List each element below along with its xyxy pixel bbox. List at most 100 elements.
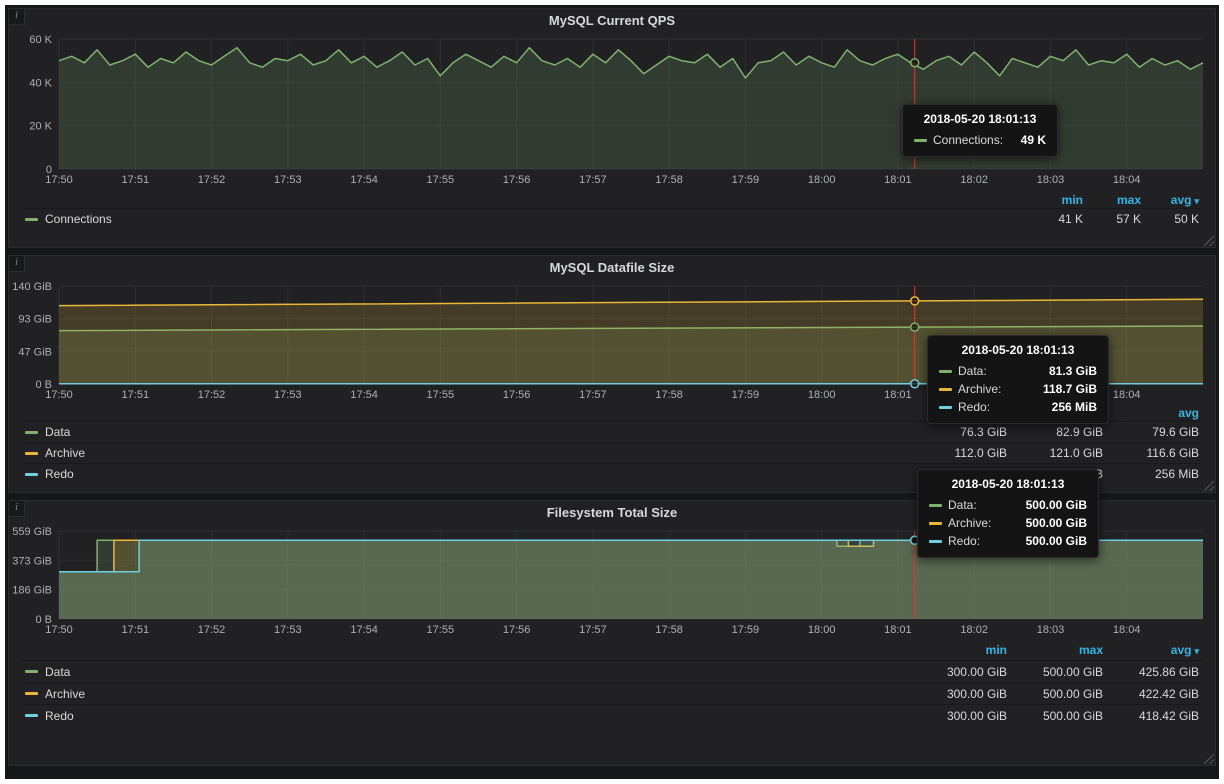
legend-row-archive: Archive 112.0 GiB121.0 GiB116.6 GiB	[21, 442, 1203, 463]
svg-text:40 K: 40 K	[29, 77, 52, 89]
legend-sort-max[interactable]: max	[1007, 406, 1103, 420]
svg-text:17:52: 17:52	[198, 624, 226, 636]
legend-sort-max[interactable]: max	[1083, 193, 1141, 207]
svg-text:17:58: 17:58	[655, 174, 683, 186]
svg-text:18:04: 18:04	[1113, 174, 1141, 186]
series-fill-connections	[59, 48, 1203, 169]
legend-series-toggle[interactable]: Redo	[25, 709, 911, 723]
legend-min-value: 300.00 GiB	[911, 687, 1007, 701]
svg-text:18:01: 18:01	[884, 389, 912, 401]
svg-text:47 GiB: 47 GiB	[18, 346, 52, 358]
legend-min-value: 300.00 GiB	[911, 709, 1007, 723]
legend-sort-min[interactable]: min	[911, 643, 1007, 657]
legend-series-toggle[interactable]: Data	[25, 425, 911, 439]
legend-max-value: 256 MiB	[1007, 467, 1103, 481]
svg-text:17:53: 17:53	[274, 174, 302, 186]
hover-point-redo	[911, 380, 919, 388]
legend-min-value: 256 MiB	[911, 467, 1007, 481]
series-name: Archive	[45, 446, 85, 460]
svg-text:373 GiB: 373 GiB	[12, 555, 52, 567]
svg-text:17:54: 17:54	[350, 174, 378, 186]
panel-title[interactable]: MySQL Current QPS	[9, 9, 1215, 33]
filesystem-chart-plot[interactable]: 17:5017:5117:5217:5317:5417:5517:5617:57…	[9, 525, 1215, 637]
svg-text:17:56: 17:56	[503, 174, 531, 186]
svg-text:17:59: 17:59	[732, 389, 760, 401]
legend-series-toggle[interactable]: Archive	[25, 446, 911, 460]
svg-text:18:00: 18:00	[808, 174, 836, 186]
legend-avg-value: 425.86 GiB	[1103, 665, 1199, 679]
panel-title[interactable]: MySQL Datafile Size	[9, 256, 1215, 280]
svg-text:17:55: 17:55	[427, 174, 455, 186]
svg-text:17:55: 17:55	[427, 389, 455, 401]
svg-text:17:55: 17:55	[427, 624, 455, 636]
panel-mysql-current-qps: i MySQL Current QPS 17:5017:5117:5217:53…	[8, 8, 1216, 248]
series-color-dash-icon	[25, 714, 38, 717]
legend-max-value: 500.00 GiB	[1007, 687, 1103, 701]
legend-sort-avg[interactable]: avg	[1103, 406, 1199, 420]
legend-row-redo: Redo256 MiB256 MiB256 MiB	[21, 463, 1203, 484]
series-name: Archive	[45, 687, 85, 701]
series-color-dash-icon	[25, 218, 38, 221]
panel-info-icon[interactable]: i	[9, 256, 25, 272]
svg-text:60 K: 60 K	[29, 34, 52, 46]
series-name: Connections	[45, 212, 112, 226]
svg-text:18:02: 18:02	[960, 174, 988, 186]
legend-header-row: minmaxavg▾	[21, 191, 1203, 208]
svg-text:0: 0	[46, 164, 52, 176]
series-color-dash-icon	[25, 473, 38, 476]
legend-sort-avg[interactable]: avg▾	[1103, 643, 1199, 657]
svg-text:17:54: 17:54	[350, 389, 378, 401]
svg-text:186 GiB: 186 GiB	[12, 585, 52, 597]
svg-text:18:03: 18:03	[1037, 389, 1065, 401]
legend-sort-max[interactable]: max	[1007, 643, 1103, 657]
legend-avg-value: 50 K	[1141, 212, 1199, 226]
hover-point-connections	[911, 59, 919, 67]
panel-info-icon[interactable]: i	[9, 9, 25, 25]
datafile-chart-plot[interactable]: 17:5017:5117:5217:5317:5417:5517:5617:57…	[9, 280, 1215, 402]
svg-text:140 GiB: 140 GiB	[12, 281, 52, 293]
svg-text:17:59: 17:59	[732, 174, 760, 186]
series-fill-archive	[59, 299, 1203, 384]
svg-text:17:51: 17:51	[122, 174, 150, 186]
svg-text:18:00: 18:00	[808, 389, 836, 401]
qps-legend: minmaxavg▾Connections41 K57 K50 K	[9, 187, 1215, 247]
panel-info-icon[interactable]: i	[9, 501, 25, 517]
svg-text:18:04: 18:04	[1113, 624, 1141, 636]
legend-series-toggle[interactable]: Archive	[25, 687, 911, 701]
legend-row-data: Data300.00 GiB500.00 GiB425.86 GiB	[21, 660, 1203, 682]
series-name: Redo	[45, 467, 74, 481]
legend-max-value: 500.00 GiB	[1007, 709, 1103, 723]
qps-chart-plot[interactable]: 17:5017:5117:5217:5317:5417:5517:5617:57…	[9, 33, 1215, 187]
svg-text:17:53: 17:53	[274, 389, 302, 401]
svg-text:17:51: 17:51	[122, 389, 150, 401]
legend-avg-value: 422.42 GiB	[1103, 687, 1199, 701]
legend-min-value: 112.0 GiB	[911, 446, 1007, 460]
series-name: Data	[45, 425, 70, 439]
legend-avg-value: 116.6 GiB	[1103, 446, 1199, 460]
svg-text:18:00: 18:00	[808, 624, 836, 636]
panel-mysql-datafile-size: i MySQL Datafile Size 17:5017:5117:5217:…	[8, 255, 1216, 493]
sort-caret-icon: ▾	[1194, 646, 1199, 656]
legend-avg-value: 256 MiB	[1103, 467, 1199, 481]
hover-point-redo	[911, 536, 919, 544]
svg-text:18:03: 18:03	[1037, 624, 1065, 636]
legend-sort-avg[interactable]: avg▾	[1141, 193, 1199, 207]
legend-max-value: 57 K	[1083, 212, 1141, 226]
legend-series-toggle[interactable]: Redo	[25, 467, 911, 481]
legend-row-connections: Connections41 K57 K50 K	[21, 208, 1203, 229]
legend-series-toggle[interactable]: Connections	[25, 212, 1025, 226]
svg-text:18:03: 18:03	[1037, 174, 1065, 186]
legend-sort-min[interactable]: min	[1025, 193, 1083, 207]
legend-row-archive: Archive 300.00 GiB500.00 GiB422.42 GiB	[21, 682, 1203, 704]
sort-caret-icon: ▾	[1194, 196, 1199, 206]
series-name: Redo	[45, 709, 74, 723]
legend-sort-min[interactable]: min	[911, 406, 1007, 420]
legend-series-toggle[interactable]: Data	[25, 665, 911, 679]
svg-text:18:01: 18:01	[884, 624, 912, 636]
svg-text:17:51: 17:51	[122, 624, 150, 636]
series-color-dash-icon	[25, 431, 38, 434]
svg-text:18:01: 18:01	[884, 174, 912, 186]
svg-text:17:52: 17:52	[198, 389, 226, 401]
panel-title[interactable]: Filesystem Total Size	[9, 501, 1215, 525]
legend-max-value: 121.0 GiB	[1007, 446, 1103, 460]
